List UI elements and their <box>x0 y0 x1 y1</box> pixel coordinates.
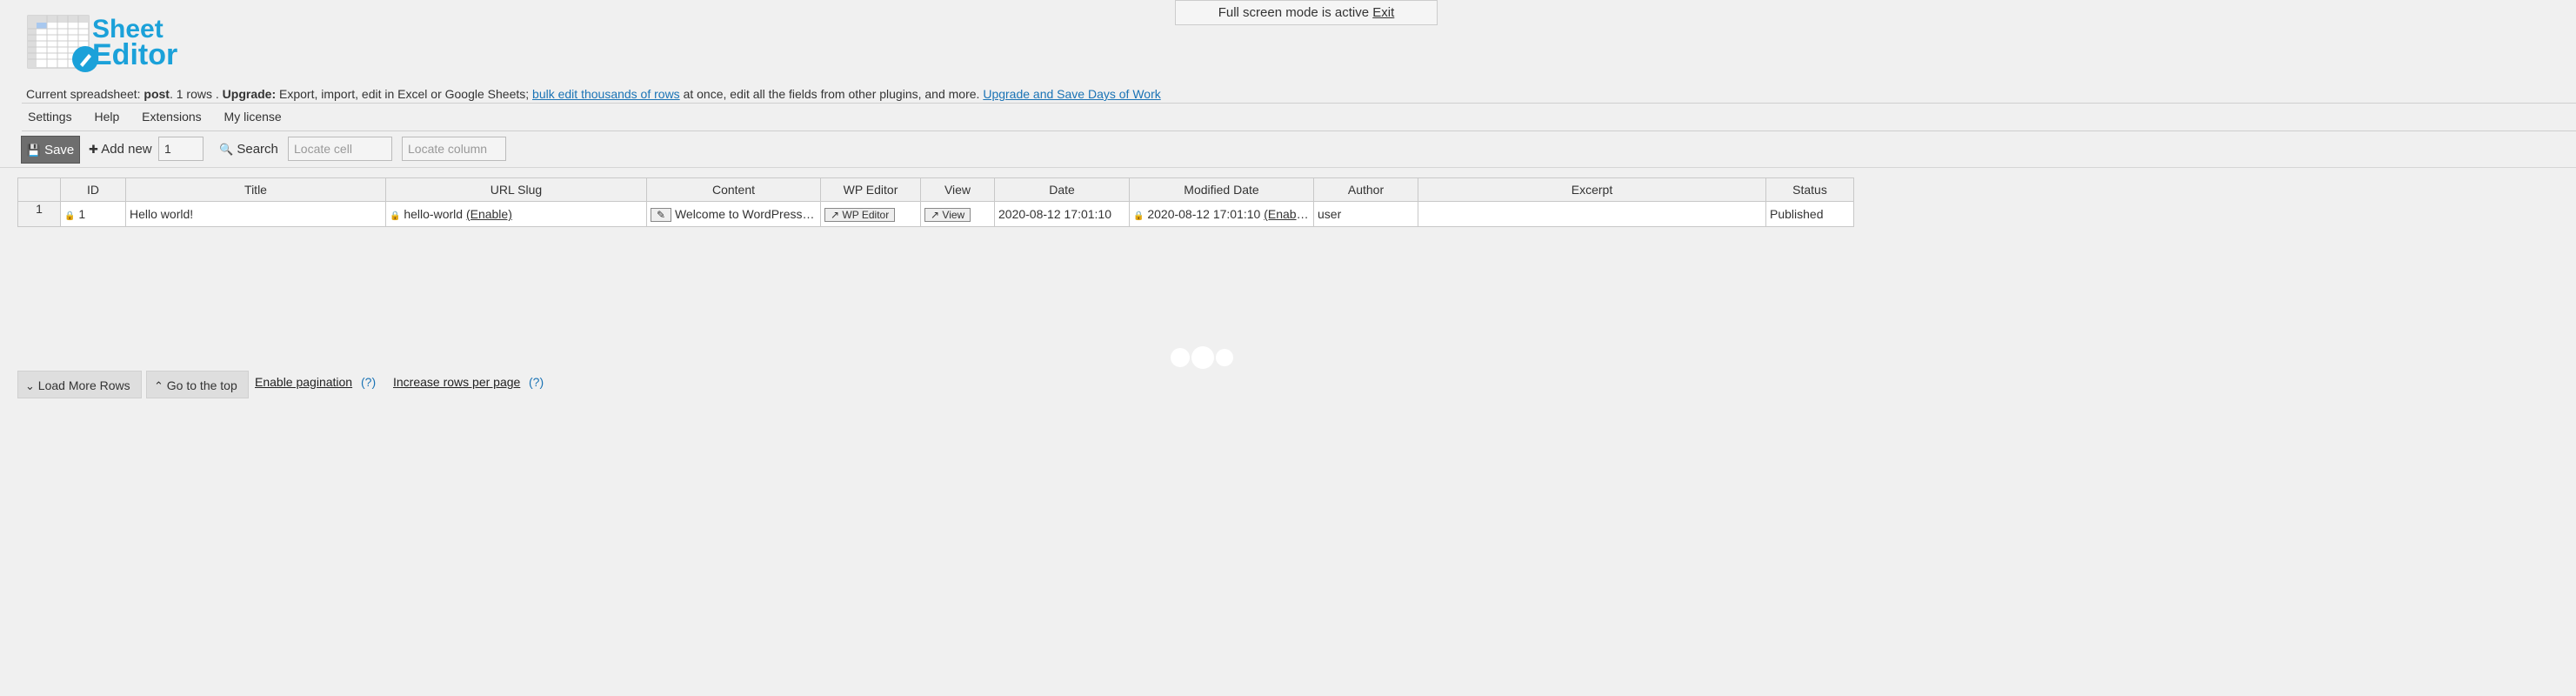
col-header-content[interactable]: Content <box>646 177 821 202</box>
content-preview: Welcome to WordPress. This is your first… <box>674 206 820 221</box>
col-header-author[interactable]: Author <box>1313 177 1418 202</box>
loading-indicator <box>1171 346 1235 369</box>
info-prefix: Current spreadsheet: <box>26 87 144 101</box>
exit-fullscreen-link[interactable]: Exit <box>1372 5 1394 20</box>
fullscreen-notice: Full screen mode is active Exit <box>1175 0 1438 25</box>
chevron-down-icon: ⌄ <box>25 379 35 392</box>
divider <box>22 130 2576 131</box>
upgrade-text-2: at once, edit all the fields from other … <box>679 87 984 101</box>
top-menu: Settings Help Extensions My license <box>28 108 301 125</box>
add-new-label: Add new <box>101 142 152 157</box>
modified-enable-link[interactable]: (Enable) <box>1264 207 1310 221</box>
save-icon: 💾 <box>26 144 41 157</box>
view-label: View <box>942 208 965 221</box>
search-icon: 🔍 <box>219 143 234 156</box>
plus-icon: ✚ <box>89 143 98 156</box>
row-number[interactable]: 1 <box>17 201 61 227</box>
cell-url-slug[interactable]: 🔒 hello-world (Enable) <box>385 201 647 227</box>
divider <box>0 167 2576 168</box>
edit-content-button[interactable]: ✎ <box>651 207 672 222</box>
edit-icon: ✎ <box>657 208 666 221</box>
col-header-title[interactable]: Title <box>125 177 386 202</box>
lock-icon: 🔒 <box>390 211 401 221</box>
search-button[interactable]: 🔍 Search <box>219 136 278 164</box>
menu-settings[interactable]: Settings <box>28 108 72 125</box>
add-new-button[interactable]: ✚ Add new <box>89 136 152 164</box>
loading-dot <box>1191 346 1214 369</box>
col-header-view[interactable]: View <box>920 177 995 202</box>
bulk-edit-link[interactable]: bulk edit thousands of rows <box>532 87 680 101</box>
rows-help-link[interactable]: (?) <box>529 374 544 390</box>
search-label: Search <box>237 142 278 157</box>
loading-dot <box>1171 348 1190 367</box>
cell-status[interactable]: Published <box>1765 201 1854 227</box>
cell-title[interactable]: Hello world! <box>125 201 386 227</box>
col-header-url-slug[interactable]: URL Slug <box>385 177 647 202</box>
post-type: post <box>143 87 170 101</box>
sheet-editor-logo: Sheet Editor <box>26 14 183 73</box>
col-header-wp-editor[interactable]: WP Editor <box>820 177 921 202</box>
cell-id[interactable]: 🔒 1 <box>60 201 126 227</box>
menu-help[interactable]: Help <box>94 108 119 125</box>
col-header-modified-date[interactable]: Modified Date <box>1129 177 1314 202</box>
increase-rows-link[interactable]: Increase rows per page <box>393 374 520 390</box>
col-header-status[interactable]: Status <box>1765 177 1854 202</box>
save-label: Save <box>44 143 75 157</box>
locate-column-input[interactable] <box>402 137 506 161</box>
corner-cell <box>17 177 61 202</box>
logo-text-editor: Editor <box>92 38 178 71</box>
chevron-up-icon: ⌃ <box>154 379 164 392</box>
enable-pagination-link[interactable]: Enable pagination <box>255 374 352 390</box>
fullscreen-text: Full screen mode is active <box>1218 5 1370 20</box>
slug-value: hello-world <box>404 207 464 221</box>
cell-content[interactable]: ✎ Welcome to WordPress. This is your fir… <box>646 201 821 227</box>
upgrade-link[interactable]: Upgrade and Save Days of Work <box>983 87 1160 101</box>
divider <box>22 103 2576 104</box>
header-row: ID Title URL Slug Content WP Editor View… <box>17 177 1854 202</box>
wp-editor-label: WP Editor <box>842 208 890 221</box>
locate-cell-input[interactable] <box>288 137 392 161</box>
cell-date[interactable]: 2020-08-12 17:01:10 <box>994 201 1130 227</box>
cell-wp-editor: ↗ WP Editor <box>820 201 921 227</box>
col-header-excerpt[interactable]: Excerpt <box>1418 177 1766 202</box>
loading-dot <box>1216 349 1233 366</box>
go-to-top-button[interactable]: ⌃ Go to the top <box>146 371 249 398</box>
spreadsheet-grid: ID Title URL Slug Content WP Editor View… <box>17 177 1854 227</box>
view-button[interactable]: ↗ View <box>924 207 971 222</box>
spreadsheet-info: Current spreadsheet: post. 1 rows . Upgr… <box>26 86 1161 102</box>
menu-extensions[interactable]: Extensions <box>142 108 201 125</box>
go-to-top-label: Go to the top <box>166 378 237 392</box>
cell-modified-date[interactable]: 🔒 2020-08-12 17:01:10 (Enable) <box>1129 201 1314 227</box>
cell-view: ↗ View <box>920 201 995 227</box>
add-new-count-input[interactable] <box>158 137 204 161</box>
col-header-date[interactable]: Date <box>994 177 1130 202</box>
cell-author[interactable]: user <box>1313 201 1418 227</box>
menu-license[interactable]: My license <box>224 108 282 125</box>
lock-icon: 🔒 <box>1133 211 1145 221</box>
col-header-id[interactable]: ID <box>60 177 126 202</box>
save-button[interactable]: 💾 Save <box>21 136 80 164</box>
upgrade-text-1: Export, import, edit in Excel or Google … <box>276 87 533 101</box>
lock-icon: 🔒 <box>64 211 76 221</box>
cell-excerpt[interactable] <box>1418 201 1766 227</box>
slug-enable-link[interactable]: (Enable) <box>466 207 512 221</box>
load-more-label: Load More Rows <box>37 378 130 392</box>
wp-editor-button[interactable]: ↗ WP Editor <box>824 207 896 222</box>
pagination-help-link[interactable]: (?) <box>361 374 376 390</box>
upgrade-label: Upgrade: <box>222 87 277 101</box>
external-link-icon: ↗ <box>831 208 840 221</box>
load-more-rows-button[interactable]: ⌄ Load More Rows <box>17 371 142 398</box>
table-row: 1 🔒 1 Hello world! 🔒 hello-world (Enable… <box>17 201 1854 227</box>
row-count: . 1 rows . <box>169 87 223 101</box>
external-link-icon: ↗ <box>931 208 940 221</box>
id-value: 1 <box>78 207 86 221</box>
modified-value: 2020-08-12 17:01:10 <box>1147 207 1261 221</box>
